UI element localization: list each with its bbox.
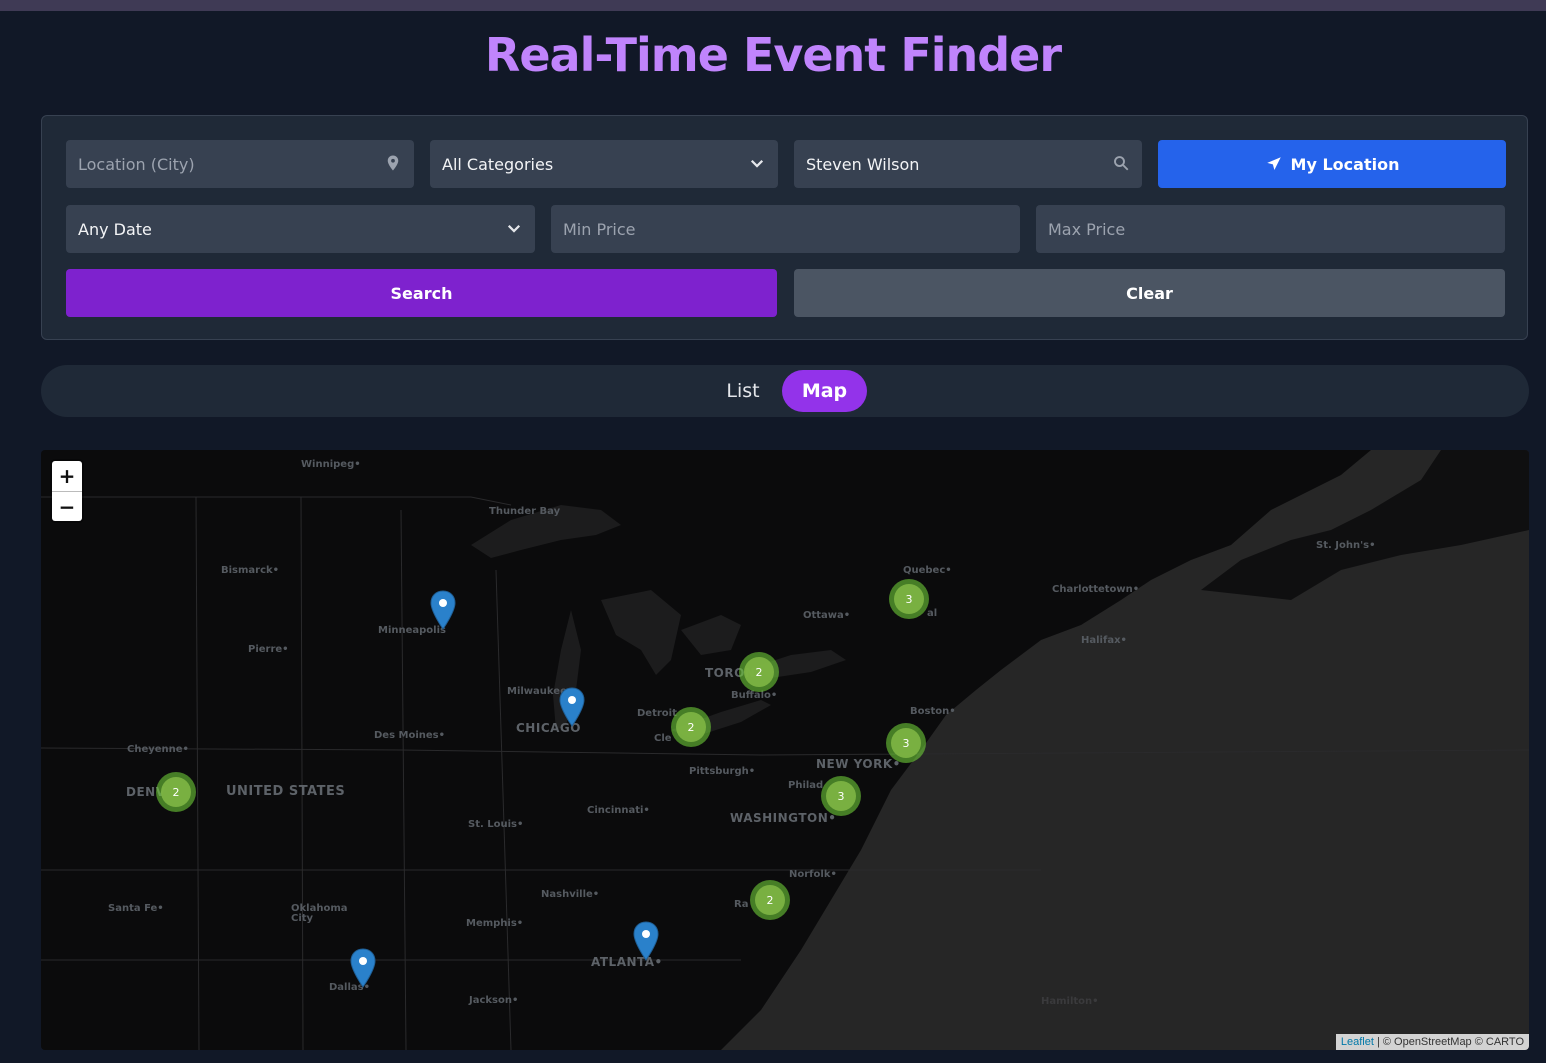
event-cluster-detroit[interactable]: 2 — [671, 707, 711, 747]
event-marker-icon[interactable] — [633, 921, 659, 961]
city-label: Des Moines• — [374, 730, 446, 741]
filter-panel: Location (City) All Categories Steven Wi… — [41, 115, 1528, 340]
city-label: Boston• — [910, 706, 956, 717]
location-placeholder: Location (City) — [78, 154, 195, 174]
city-label: Milwaukee — [507, 686, 567, 697]
my-location-button[interactable]: My Location — [1158, 140, 1506, 188]
cluster-count: 3 — [826, 781, 856, 811]
city-label: St. John's• — [1316, 540, 1376, 551]
city-label: Pittsburgh• — [689, 766, 756, 777]
country-label: UNITED STATES — [226, 784, 346, 799]
city-label: Ottawa• — [803, 610, 851, 621]
city-label: Quebec• — [903, 565, 952, 576]
category-value: All Categories — [442, 154, 554, 174]
map-view-tab[interactable]: Map — [782, 370, 867, 412]
page-title: Real-Time Event Finder — [484, 28, 1062, 82]
attribution-text: | © OpenStreetMap © CARTO — [1373, 1036, 1524, 1048]
zoom-in-button[interactable]: + — [52, 461, 82, 491]
city-label: St. Louis• — [468, 819, 524, 830]
cluster-count: 3 — [891, 728, 921, 758]
city-label: NEW YORK• — [816, 757, 901, 771]
keyword-input[interactable]: Steven Wilson — [794, 140, 1142, 188]
chevron-down-icon — [750, 159, 764, 168]
view-toggle: List Map — [41, 365, 1529, 417]
city-label: Ra — [734, 899, 749, 910]
max-price-placeholder: Max Price — [1048, 219, 1126, 239]
event-map[interactable]: + − Winnipeg• Thunder Bay Bismarck• Pier… — [41, 450, 1529, 1050]
date-select[interactable]: Any Date — [66, 205, 535, 253]
chevron-down-icon — [507, 224, 521, 233]
location-input[interactable]: Location (City) — [66, 140, 414, 188]
city-label: WASHINGTON• — [730, 811, 837, 825]
city-label: Charlottetown• — [1052, 584, 1140, 595]
city-label: Oklahoma City — [291, 903, 348, 924]
search-button-label: Search — [390, 283, 453, 303]
city-label: Norfolk• — [789, 869, 837, 880]
keyword-value: Steven Wilson — [806, 154, 920, 174]
cluster-count: 2 — [161, 777, 191, 807]
list-tab-label: List — [726, 380, 760, 402]
category-select[interactable]: All Categories — [430, 140, 778, 188]
map-tab-label: Map — [801, 380, 848, 402]
city-label: Philad — [788, 780, 824, 791]
clear-button-label: Clear — [1126, 283, 1173, 303]
search-button[interactable]: Search — [66, 269, 777, 317]
min-price-placeholder: Min Price — [563, 219, 636, 239]
max-price-input[interactable]: Max Price — [1036, 205, 1505, 253]
city-label: Nashville• — [541, 889, 600, 900]
city-label: Thunder Bay — [489, 506, 561, 517]
zoom-control: + − — [52, 461, 82, 521]
map-base-layer — [41, 450, 1529, 1050]
city-label: Buffalo• — [731, 690, 778, 701]
city-label: al — [927, 608, 938, 619]
map-pin-icon — [387, 155, 399, 171]
city-label: Cheyenne• — [127, 744, 189, 755]
window-top-bar — [0, 0, 1546, 11]
date-value: Any Date — [78, 219, 152, 239]
event-cluster-toronto[interactable]: 2 — [739, 652, 779, 692]
zoom-out-button[interactable]: − — [52, 492, 82, 522]
city-label: Pierre• — [248, 644, 289, 655]
list-view-tab[interactable]: List — [709, 370, 777, 412]
city-label: Hamilton• — [1041, 996, 1099, 1007]
city-label: Bismarck• — [221, 565, 280, 576]
event-cluster-philadelphia[interactable]: 3 — [821, 776, 861, 816]
min-price-input[interactable]: Min Price — [551, 205, 1020, 253]
event-marker-icon[interactable] — [350, 948, 376, 988]
city-label: Cincinnati• — [587, 805, 650, 816]
city-label: Detroit — [637, 708, 677, 719]
cluster-count: 3 — [894, 584, 924, 614]
cluster-count: 2 — [755, 885, 785, 915]
leaflet-link[interactable]: Leaflet — [1341, 1036, 1374, 1048]
event-cluster-denver[interactable]: 2 — [156, 772, 196, 812]
event-marker-icon[interactable] — [430, 590, 456, 630]
city-label: Memphis• — [466, 918, 524, 929]
city-label: Jackson• — [469, 995, 519, 1006]
event-cluster-raleigh[interactable]: 2 — [750, 880, 790, 920]
cluster-count: 2 — [744, 657, 774, 687]
city-label: Halifax• — [1081, 635, 1127, 646]
city-label: Cle — [654, 733, 672, 744]
event-marker-icon[interactable] — [559, 687, 585, 727]
city-label: Winnipeg• — [301, 459, 361, 470]
clear-button[interactable]: Clear — [794, 269, 1505, 317]
city-label: Santa Fe• — [108, 903, 164, 914]
map-attribution: Leaflet | © OpenStreetMap © CARTO — [1335, 1034, 1529, 1050]
my-location-label: My Location — [1290, 154, 1400, 174]
search-icon — [1114, 156, 1129, 171]
event-cluster-boston[interactable]: 3 — [886, 723, 926, 763]
location-arrow-icon — [1266, 157, 1281, 170]
event-cluster-quebec[interactable]: 3 — [889, 579, 929, 619]
cluster-count: 2 — [676, 712, 706, 742]
